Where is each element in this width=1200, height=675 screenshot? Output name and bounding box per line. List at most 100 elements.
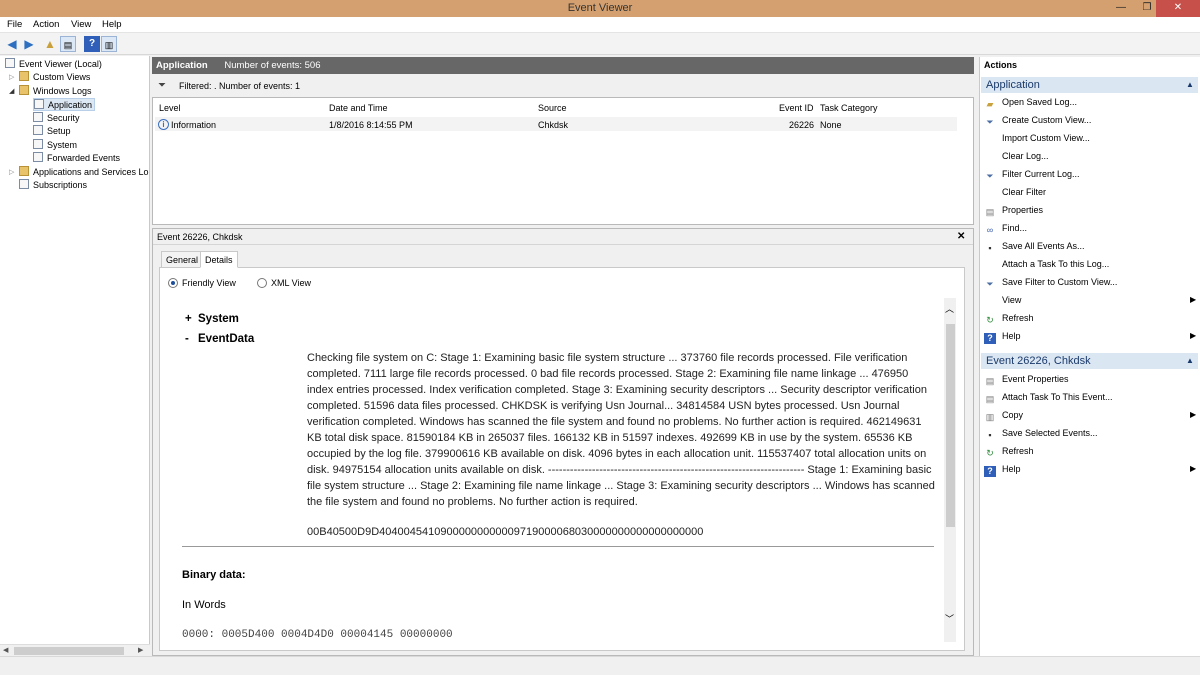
action-item[interactable]: ? Help ▶ xyxy=(984,328,1196,344)
close-window-button[interactable]: ✕ xyxy=(1156,0,1200,17)
action-item[interactable]: Import Custom View... xyxy=(984,130,1090,146)
menu-file[interactable]: File xyxy=(7,19,22,30)
action-item[interactable]: Attach a Task To this Log... xyxy=(984,256,1109,272)
action-item-label: Attach a Task To this Log... xyxy=(1002,259,1110,269)
log-icon xyxy=(33,125,43,135)
open-folder-icon: ▰ xyxy=(986,99,994,109)
tree-item-forwarded-events[interactable]: Forwarded Events xyxy=(33,152,120,165)
show-hide-action-pane-icon[interactable]: ▥ xyxy=(101,36,117,52)
action-item-label: Filter Current Log... xyxy=(1002,169,1080,179)
scroll-left-icon[interactable]: ◀ xyxy=(3,646,8,654)
scroll-thumb[interactable] xyxy=(946,324,955,527)
action-item[interactable]: ⏷ Save Filter to Custom View... xyxy=(984,274,1117,290)
scroll-right-icon[interactable]: ▶ xyxy=(138,646,143,654)
tree-item-application[interactable]: Application xyxy=(33,98,96,111)
cell-source: Chkdsk xyxy=(538,120,569,130)
actions-group-event[interactable]: Event 26226, Chkdsk ▲ xyxy=(981,353,1198,369)
save-icon: ▪ xyxy=(988,243,992,253)
close-detail-icon[interactable]: ✕ xyxy=(957,229,965,245)
system-expander[interactable]: + xyxy=(185,313,192,325)
tree-item-label: Application xyxy=(48,100,93,110)
tab-details[interactable]: Details xyxy=(200,251,238,268)
help-icon[interactable]: ? xyxy=(84,36,100,52)
action-item[interactable]: ▤ Properties xyxy=(984,202,1043,218)
action-item[interactable]: ▥ Copy ▶ xyxy=(984,407,1196,423)
detail-title: Event 26226, Chkdsk xyxy=(157,232,243,242)
column-header-level[interactable]: Level xyxy=(159,103,181,113)
blank-icon xyxy=(984,150,996,161)
back-arrow-icon[interactable]: ◀ xyxy=(4,36,20,52)
tree-item-system[interactable]: System xyxy=(33,139,77,152)
in-words-label: In Words xyxy=(182,599,226,611)
binary-data-label: Binary data: xyxy=(182,569,246,581)
tree-subscriptions[interactable]: Subscriptions xyxy=(19,179,87,192)
events-grid: Level Date and Time Source Event ID Task… xyxy=(152,97,974,225)
xml-view-radio[interactable]: XML View xyxy=(257,278,311,289)
action-item[interactable]: ⏷ Create Custom View... xyxy=(984,112,1091,128)
menu-view[interactable]: View xyxy=(71,19,91,30)
filter-text: Filtered: . Number of events: 1 xyxy=(179,81,301,91)
column-header-event-id[interactable]: Event ID xyxy=(779,103,814,113)
tree-item-security[interactable]: Security xyxy=(33,112,80,125)
submenu-arrow-icon: ▶ xyxy=(1190,295,1197,304)
action-item[interactable]: ▰ Open Saved Log... xyxy=(984,94,1078,110)
menu-help[interactable]: Help xyxy=(102,19,122,30)
scroll-up-icon[interactable]: ︿ xyxy=(945,302,954,315)
action-item[interactable]: ⏷ Filter Current Log... xyxy=(984,166,1080,182)
action-item-label: Help xyxy=(1002,464,1021,474)
tree-item-label: Forwarded Events xyxy=(47,153,121,163)
action-item-label: Clear Log... xyxy=(1002,151,1049,161)
action-item[interactable]: ▪ Save All Events As... xyxy=(984,238,1084,254)
collapse-up-icon[interactable]: ▲ xyxy=(1186,77,1194,93)
action-item[interactable]: ↻ Refresh xyxy=(984,310,1033,326)
collapse-up-icon[interactable]: ▲ xyxy=(1186,353,1194,369)
cell-level: Information xyxy=(171,120,217,130)
action-item[interactable]: ▪ Save Selected Events... xyxy=(984,425,1097,441)
action-item[interactable]: View ▶ xyxy=(984,292,1196,308)
tree-item-setup[interactable]: Setup xyxy=(33,125,71,138)
minimize-button[interactable]: — xyxy=(1108,0,1134,17)
tree-custom-views[interactable]: Custom Views xyxy=(19,71,90,84)
show-hide-tree-icon[interactable]: ▤ xyxy=(60,36,76,52)
scroll-thumb[interactable] xyxy=(14,647,124,655)
menu-action[interactable]: Action xyxy=(33,19,59,30)
action-item[interactable]: ? Help ▶ xyxy=(984,461,1196,477)
details-scrollbar[interactable]: ︿ ﹀ xyxy=(944,298,956,642)
column-header-date[interactable]: Date and Time xyxy=(329,103,388,113)
action-item[interactable]: ∞ Find... xyxy=(984,220,1027,236)
action-item[interactable]: Clear Log... xyxy=(984,148,1049,164)
scroll-down-icon[interactable]: ﹀ xyxy=(945,612,954,625)
action-item[interactable]: ▤ Attach Task To This Event... xyxy=(984,389,1113,405)
xml-view-label: XML View xyxy=(271,278,312,288)
action-item[interactable]: ↻ Refresh xyxy=(984,443,1033,459)
action-item[interactable]: Clear Filter xyxy=(984,184,1046,200)
tree-root[interactable]: Event Viewer (Local) xyxy=(5,58,102,71)
folder-up-icon[interactable]: ▲ xyxy=(42,36,58,52)
title-bar: Event Viewer — ❐ ✕ xyxy=(0,0,1200,17)
expand-arrow-icon[interactable]: ▷ xyxy=(9,166,14,179)
collapse-arrow-icon[interactable]: ◢ xyxy=(9,85,14,98)
radio-unselected-icon xyxy=(257,278,267,288)
computer-icon xyxy=(5,58,15,68)
filter-icon: ⏷ xyxy=(986,171,994,181)
action-item-label: Open Saved Log... xyxy=(1002,97,1078,107)
tree-windows-logs[interactable]: Windows Logs xyxy=(19,85,92,98)
log-header: Application Number of events: 506 xyxy=(152,57,974,74)
actions-title: Actions xyxy=(984,60,1018,70)
blank-icon xyxy=(984,186,996,197)
friendly-view-radio[interactable]: Friendly View xyxy=(168,278,236,289)
action-item-label: Help xyxy=(1002,331,1021,341)
forward-arrow-icon[interactable]: ▶ xyxy=(21,36,37,52)
action-item-label: Attach Task To This Event... xyxy=(1002,392,1113,402)
tree-apps-services[interactable]: Applications and Services Lo xyxy=(19,166,149,179)
action-item[interactable]: ▤ Event Properties xyxy=(984,371,1069,387)
eventdata-expander[interactable]: - xyxy=(185,333,189,345)
column-header-task-category[interactable]: Task Category xyxy=(820,103,878,113)
tab-general[interactable]: General xyxy=(161,251,204,268)
detail-header: Event 26226, Chkdsk ✕ xyxy=(153,229,973,245)
event-data-hex: 00B40500D9D40400454109000000000009719000… xyxy=(307,526,704,538)
expand-arrow-icon[interactable]: ▷ xyxy=(9,71,14,84)
tree-horizontal-scrollbar[interactable]: ◀ ▶ xyxy=(0,644,150,656)
actions-group-application[interactable]: Application ▲ xyxy=(981,77,1198,93)
column-header-source[interactable]: Source xyxy=(538,103,567,113)
